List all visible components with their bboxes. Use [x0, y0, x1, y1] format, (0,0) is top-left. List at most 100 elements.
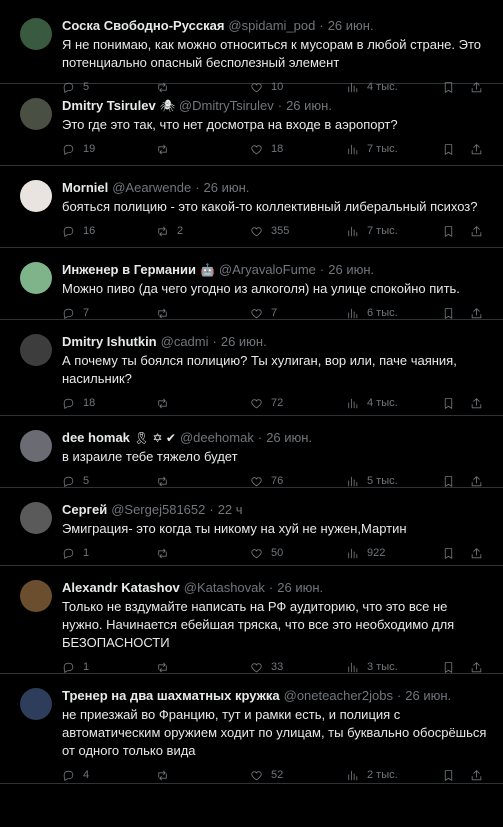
reply-button[interactable]: 16: [62, 225, 156, 238]
author-handle[interactable]: @Aearwende: [112, 180, 191, 196]
avatar[interactable]: [20, 688, 52, 720]
tweet[interactable]: Alexandr Katashov @Katashovak · 26 июн. …: [0, 566, 503, 674]
reply-button[interactable]: 1: [62, 661, 156, 674]
retweet-button[interactable]: [156, 143, 250, 156]
tweet[interactable]: Инженер в Германии 🤖 @AryavaloFume · 26 …: [0, 248, 503, 320]
author-handle[interactable]: @spidami_pod: [228, 18, 315, 34]
tweet-time[interactable]: 26 июн.: [328, 18, 374, 34]
author-name[interactable]: Dmitry Tsirulev: [62, 98, 156, 114]
views-button[interactable]: 2 тыс.: [346, 769, 442, 782]
author-name[interactable]: Тренер на два шахматных кружка: [62, 688, 280, 704]
author-handle[interactable]: @oneteacher2jobs: [284, 688, 393, 704]
like-button[interactable]: 33: [250, 661, 346, 674]
like-button[interactable]: 50: [250, 547, 346, 560]
views-button[interactable]: 6 тыс.: [346, 307, 442, 320]
tweet[interactable]: Morniel @Aearwende · 26 июн. бояться пол…: [0, 166, 503, 248]
bookmark-button[interactable]: [442, 397, 470, 410]
views-button[interactable]: 7 тыс.: [346, 143, 442, 156]
reply-button[interactable]: 18: [62, 397, 156, 410]
views-button[interactable]: 4 тыс.: [346, 81, 442, 94]
tweet-time[interactable]: 26 июн.: [221, 334, 267, 350]
reply-button[interactable]: 19: [62, 143, 156, 156]
reply-button[interactable]: 7: [62, 307, 156, 320]
retweet-button[interactable]: [156, 475, 250, 488]
avatar[interactable]: [20, 98, 52, 130]
bookmark-button[interactable]: [442, 307, 470, 320]
author-handle[interactable]: @AryavaloFume: [219, 262, 316, 278]
avatar[interactable]: [20, 180, 52, 212]
like-button[interactable]: 72: [250, 397, 346, 410]
tweet[interactable]: Соска Свободно-Русская @spidami_pod · 26…: [0, 0, 503, 93]
reply-button[interactable]: 5: [62, 81, 156, 94]
share-button[interactable]: [470, 143, 484, 156]
share-button[interactable]: [470, 307, 484, 320]
reply-icon: [63, 398, 74, 409]
views-button[interactable]: 4 тыс.: [346, 397, 442, 410]
share-button[interactable]: [470, 225, 484, 238]
retweet-button[interactable]: 2: [156, 225, 250, 238]
views-button[interactable]: 7 тыс.: [346, 225, 442, 238]
share-button[interactable]: [470, 769, 484, 782]
tweet[interactable]: Dmitry Tsirulev 🕷 @DmitryTsirulev · 26 и…: [0, 84, 503, 166]
share-button[interactable]: [470, 81, 484, 94]
like-button[interactable]: 10: [250, 81, 346, 94]
bookmark-button[interactable]: [442, 547, 470, 560]
bookmark-button[interactable]: [442, 769, 470, 782]
bookmark-button[interactable]: [442, 475, 470, 488]
tweet[interactable]: Dmitry Ishutkin @cadmi · 26 июн. А почем…: [0, 320, 503, 416]
share-button[interactable]: [470, 397, 484, 410]
tweet-time[interactable]: 26 июн.: [286, 98, 332, 114]
bookmark-button[interactable]: [442, 81, 470, 94]
author-name[interactable]: Dmitry Ishutkin: [62, 334, 157, 350]
retweet-button[interactable]: [156, 661, 250, 674]
share-button[interactable]: [470, 661, 484, 674]
author-name[interactable]: Соска Свободно-Русская: [62, 18, 224, 34]
author-name[interactable]: Alexandr Katashov: [62, 580, 180, 596]
reply-button[interactable]: 5: [62, 475, 156, 488]
retweet-button[interactable]: [156, 769, 250, 782]
author-handle[interactable]: @cadmi: [161, 334, 209, 350]
views-button[interactable]: 3 тыс.: [346, 661, 442, 674]
retweet-button[interactable]: [156, 307, 250, 320]
reply-button[interactable]: 4: [62, 769, 156, 782]
like-button[interactable]: 76: [250, 475, 346, 488]
tweet[interactable]: Сергей @Sergej581652 · 22 ч Эмиграция- э…: [0, 488, 503, 566]
share-button[interactable]: [470, 475, 484, 488]
retweet-button[interactable]: [156, 397, 250, 410]
author-name[interactable]: dee homak: [62, 430, 130, 446]
like-button[interactable]: 18: [250, 143, 346, 156]
share-button[interactable]: [470, 547, 484, 560]
retweet-button[interactable]: [156, 547, 250, 560]
avatar[interactable]: [20, 430, 52, 462]
views-button[interactable]: 922: [346, 547, 442, 560]
avatar[interactable]: [20, 580, 52, 612]
avatar[interactable]: [20, 18, 52, 50]
like-button[interactable]: 52: [250, 769, 346, 782]
like-button[interactable]: 7: [250, 307, 346, 320]
views-button[interactable]: 5 тыс.: [346, 475, 442, 488]
bookmark-button[interactable]: [442, 661, 470, 674]
author-name[interactable]: Инженер в Германии: [62, 262, 196, 278]
tweet-time[interactable]: 22 ч: [218, 502, 243, 518]
tweet-time[interactable]: 26 июн.: [204, 180, 250, 196]
avatar[interactable]: [20, 334, 52, 366]
tweet-time[interactable]: 26 июн.: [405, 688, 451, 704]
author-handle[interactable]: @Sergej581652: [111, 502, 205, 518]
bookmark-button[interactable]: [442, 143, 470, 156]
tweet-time[interactable]: 26 июн.: [328, 262, 374, 278]
author-handle[interactable]: @Katashovak: [184, 580, 265, 596]
author-handle[interactable]: @deehomak: [180, 430, 254, 446]
retweet-button[interactable]: [156, 81, 250, 94]
bookmark-button[interactable]: [442, 225, 470, 238]
author-handle[interactable]: @DmitryTsirulev: [179, 98, 274, 114]
tweet-time[interactable]: 26 июн.: [266, 430, 312, 446]
author-name[interactable]: Сергей: [62, 502, 107, 518]
author-name[interactable]: Morniel: [62, 180, 108, 196]
tweet[interactable]: Тренер на два шахматных кружка @oneteach…: [0, 674, 503, 784]
reply-button[interactable]: 1: [62, 547, 156, 560]
avatar[interactable]: [20, 502, 52, 534]
tweet-time[interactable]: 26 июн.: [277, 580, 323, 596]
tweet[interactable]: dee homak 🎗 ✡ ✔ @deehomak · 26 июн. в из…: [0, 416, 503, 488]
like-button[interactable]: 355: [250, 225, 346, 238]
avatar[interactable]: [20, 262, 52, 294]
